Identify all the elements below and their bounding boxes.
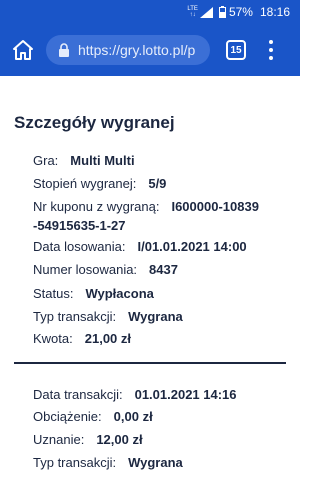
detail-value: 21,00 zł: [84, 331, 132, 346]
lock-icon: [59, 43, 69, 57]
lte-indicator: LTE ↑↓: [187, 6, 198, 18]
detail-label: Data transakcji:: [33, 387, 123, 402]
status-badge: Wypłacona: [85, 286, 154, 301]
section-divider: [14, 362, 286, 364]
detail-value: 5/9: [148, 176, 167, 191]
detail-value: 0,00 zł: [113, 409, 153, 424]
signal-icon: [199, 6, 213, 18]
detail-label: Typ transakcji:: [33, 455, 117, 470]
detail-label: Obciążenie:: [33, 409, 102, 424]
detail-value: 01.01.2021 14:16: [134, 387, 237, 402]
clock: 18:16: [259, 5, 290, 19]
detail-row-credit: Uznanie: 12,00 zł: [33, 430, 143, 449]
url-text: https://gry.lotto.pl/p: [78, 42, 196, 58]
detail-value: Multi Multi: [70, 153, 135, 168]
detail-row-draw-number: Numer losowania: 8437: [33, 260, 178, 279]
detail-row-transaction-type: Typ transakcji: Wygrana: [33, 307, 183, 326]
status-bar: LTE ↑↓ 57% 18:16: [0, 0, 300, 24]
detail-label: Kwota:: [33, 331, 73, 346]
detail-value: Wygrana: [128, 309, 183, 324]
detail-label: Typ transakcji:: [33, 309, 117, 324]
detail-row-game: Gra: Multi Multi: [33, 151, 135, 170]
detail-label: Numer losowania:: [33, 262, 138, 277]
tab-count: 15: [230, 44, 242, 56]
detail-label: Nr kuponu z wygraną:: [33, 199, 160, 214]
battery-percent: 57%: [228, 5, 253, 19]
detail-row-prize-tier: Stopień wygranej: 5/9: [33, 174, 166, 193]
detail-row-transaction-type-2: Typ transakcji: Wygrana: [33, 453, 183, 472]
detail-row-status: Status: Wypłacona: [33, 284, 154, 303]
detail-value: 8437: [149, 262, 178, 277]
home-icon[interactable]: [12, 39, 34, 61]
detail-row-coupon-number: Nr kuponu z wygraną: I600000-10839-549156…: [33, 197, 263, 235]
detail-label: Status:: [33, 286, 74, 301]
page-title: Szczegóły wygranej: [14, 113, 175, 132]
detail-row-draw-date: Data losowania: I/01.01.2021 14:00: [33, 237, 247, 256]
menu-icon[interactable]: [268, 40, 274, 60]
url-bar[interactable]: https://gry.lotto.pl/p: [46, 35, 210, 65]
detail-value: I/01.01.2021 14:00: [137, 239, 247, 254]
detail-value: Wygrana: [128, 455, 183, 470]
detail-row-amount: Kwota: 21,00 zł: [33, 329, 131, 348]
detail-label: Uznanie:: [33, 432, 85, 447]
detail-value: 12,00 zł: [96, 432, 143, 447]
tabs-icon[interactable]: 15: [226, 40, 246, 60]
detail-label: Data losowania:: [33, 239, 126, 254]
detail-row-debit: Obciążenie: 0,00 zł: [33, 407, 153, 426]
detail-label: Gra:: [33, 153, 59, 168]
detail-label: Stopień wygranej:: [33, 176, 137, 191]
detail-row-transaction-date: Data transakcji: 01.01.2021 14:16: [33, 385, 237, 404]
battery-icon: [218, 6, 226, 18]
browser-toolbar: https://gry.lotto.pl/p 15: [0, 24, 300, 76]
